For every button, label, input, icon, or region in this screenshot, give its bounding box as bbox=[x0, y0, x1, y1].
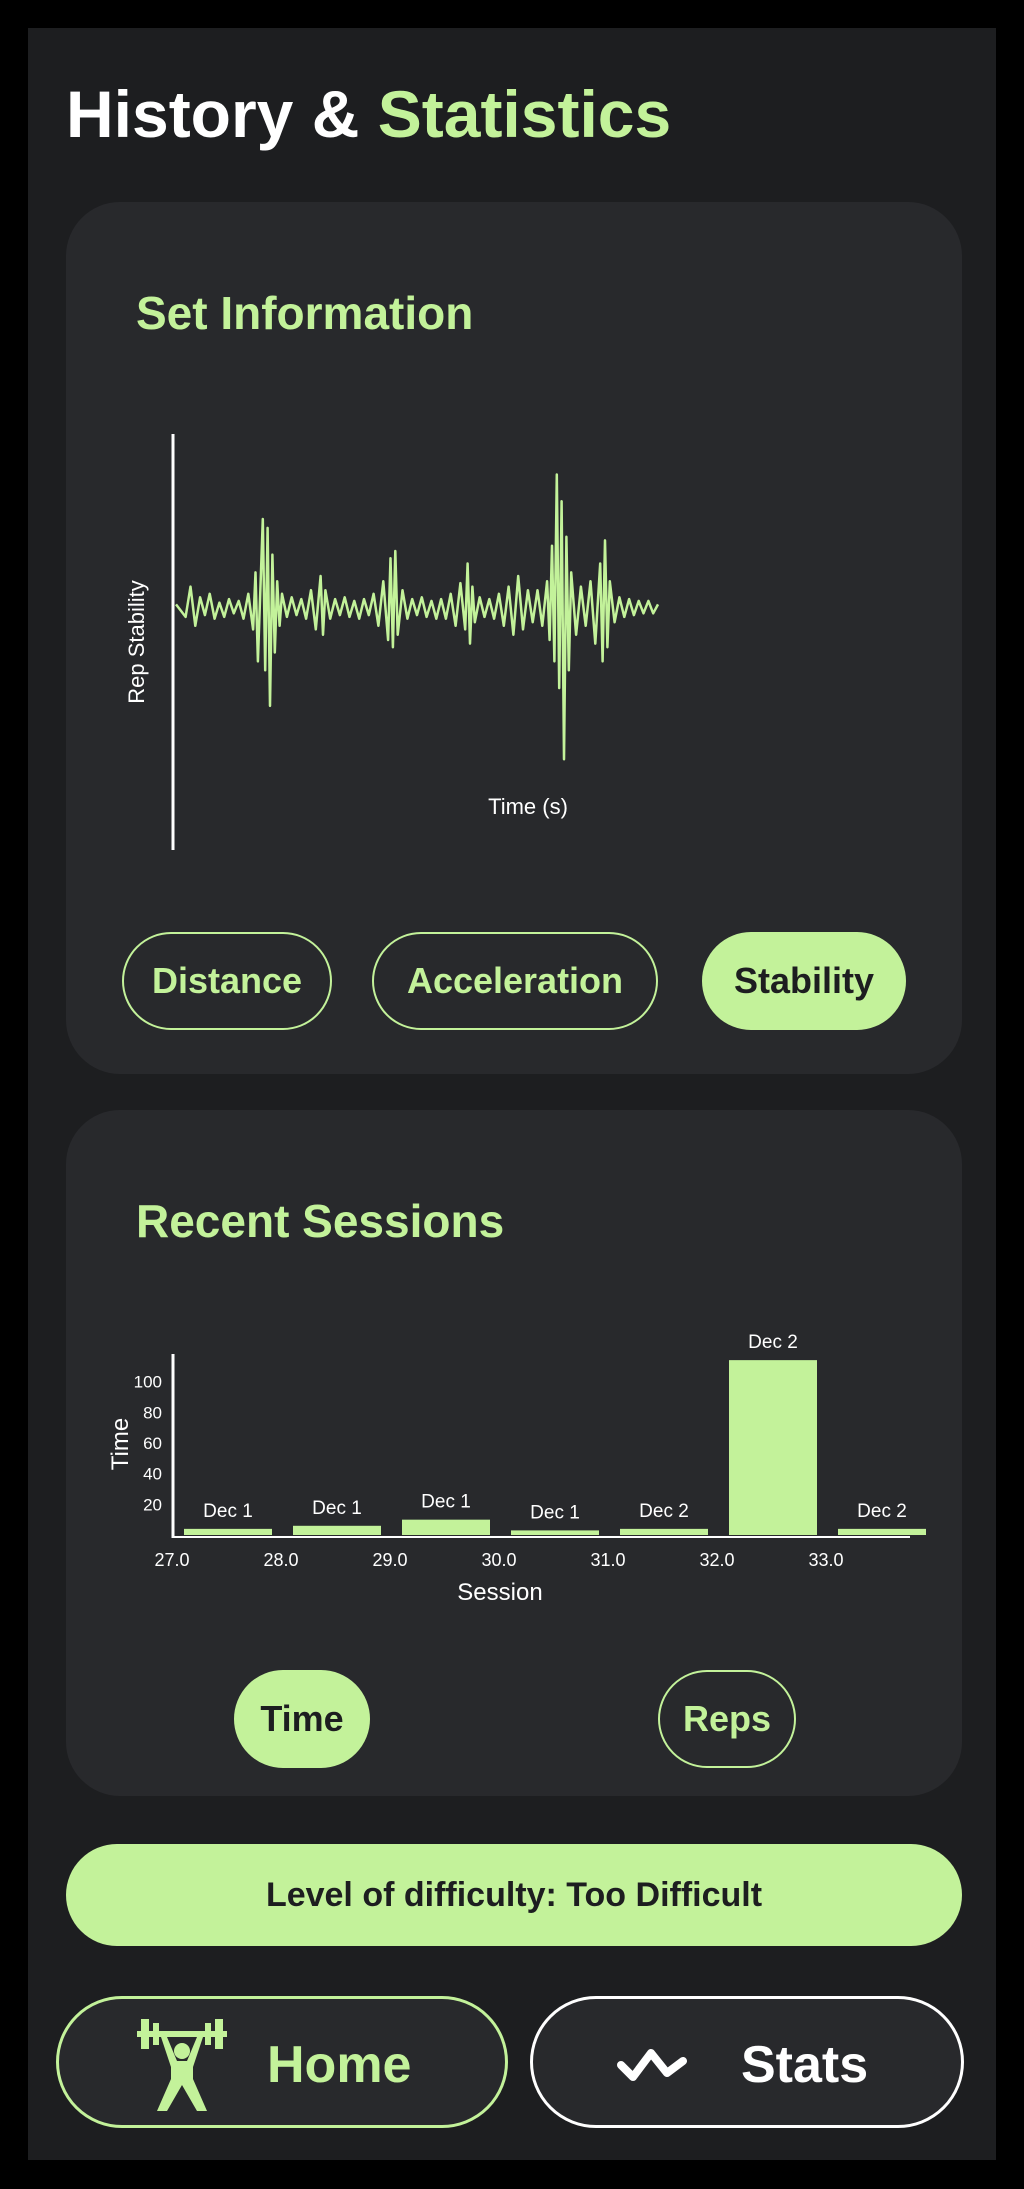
session-bar bbox=[402, 1519, 490, 1535]
difficulty-banner: Level of difficulty: Too Difficult bbox=[66, 1844, 962, 1946]
session-bar bbox=[511, 1530, 599, 1535]
home-label: Home bbox=[267, 2036, 412, 2094]
set-information-card: Set Information Rep Stability Time (s) D… bbox=[66, 202, 962, 1074]
session-data-label: Dec 1 bbox=[203, 1501, 253, 1522]
session-bar bbox=[184, 1528, 272, 1535]
stability-series-line bbox=[175, 473, 660, 761]
acceleration-button[interactable]: Acceleration bbox=[372, 932, 658, 1030]
title-main: History & bbox=[66, 77, 378, 151]
session-x-tick-label: 27.0 bbox=[154, 1550, 189, 1570]
session-y-tick-label: 100 bbox=[134, 1373, 162, 1392]
weightlifter-icon bbox=[137, 2019, 227, 2111]
session-data-label: Dec 2 bbox=[857, 1501, 907, 1522]
session-bar bbox=[838, 1528, 926, 1535]
session-x-tick-label: 29.0 bbox=[372, 1550, 407, 1570]
title-accent: Statistics bbox=[377, 77, 672, 151]
recent-sessions-card: Recent Sessions Time Session 20 40 60 80 100… bbox=[66, 1110, 962, 1796]
session-x-tick-label: 30.0 bbox=[481, 1550, 516, 1570]
session-bar bbox=[293, 1525, 381, 1535]
session-x-tick-label: 33.0 bbox=[808, 1550, 843, 1570]
wave-icon bbox=[617, 2049, 687, 2081]
session-x-tick-label: 32.0 bbox=[699, 1550, 734, 1570]
page-title: History & Statistics bbox=[66, 76, 671, 152]
sessions-chart: Time Session 20 40 60 80 100 27.0 28.0 29.0 30.… bbox=[107, 1332, 926, 1606]
home-button[interactable]: Home bbox=[56, 1996, 508, 2128]
session-bar bbox=[620, 1528, 708, 1535]
stats-button[interactable]: Stats bbox=[530, 1996, 964, 2128]
session-data-label: Dec 1 bbox=[530, 1502, 580, 1523]
sessions-y-ticks: 20 40 60 80 100 bbox=[134, 1373, 162, 1515]
stability-y-axis-label: Rep Stability bbox=[124, 580, 149, 704]
session-x-tick-label: 28.0 bbox=[263, 1550, 298, 1570]
stability-button[interactable]: Stability bbox=[702, 932, 906, 1030]
session-bar bbox=[729, 1360, 817, 1535]
stability-x-axis-label: Time (s) bbox=[488, 794, 568, 819]
difficulty-label: Level of difficulty: Too Difficult bbox=[265, 1875, 763, 1914]
session-data-label: Dec 2 bbox=[639, 1501, 689, 1522]
session-y-tick-label: 80 bbox=[143, 1403, 162, 1422]
sessions-x-axis-label: Session bbox=[457, 1579, 542, 1606]
reps-button[interactable]: Reps bbox=[658, 1670, 796, 1768]
session-data-label: Dec 2 bbox=[748, 1332, 798, 1353]
session-data-label: Dec 1 bbox=[312, 1498, 362, 1519]
session-y-tick-label: 20 bbox=[143, 1495, 162, 1514]
session-y-tick-label: 40 bbox=[143, 1465, 162, 1484]
sessions-x-ticks: 27.0 28.0 29.0 30.0 31.0 32.0 33.0 bbox=[154, 1550, 843, 1570]
session-data-label: Dec 1 bbox=[421, 1492, 471, 1513]
stats-label: Stats bbox=[741, 2036, 869, 2094]
session-x-tick-label: 31.0 bbox=[590, 1550, 625, 1570]
session-y-tick-label: 60 bbox=[143, 1434, 162, 1453]
time-button[interactable]: Time bbox=[234, 1670, 370, 1768]
sessions-y-axis-label: Time bbox=[107, 1418, 134, 1470]
distance-button[interactable]: Distance bbox=[122, 932, 332, 1030]
stability-series-group bbox=[175, 473, 660, 761]
